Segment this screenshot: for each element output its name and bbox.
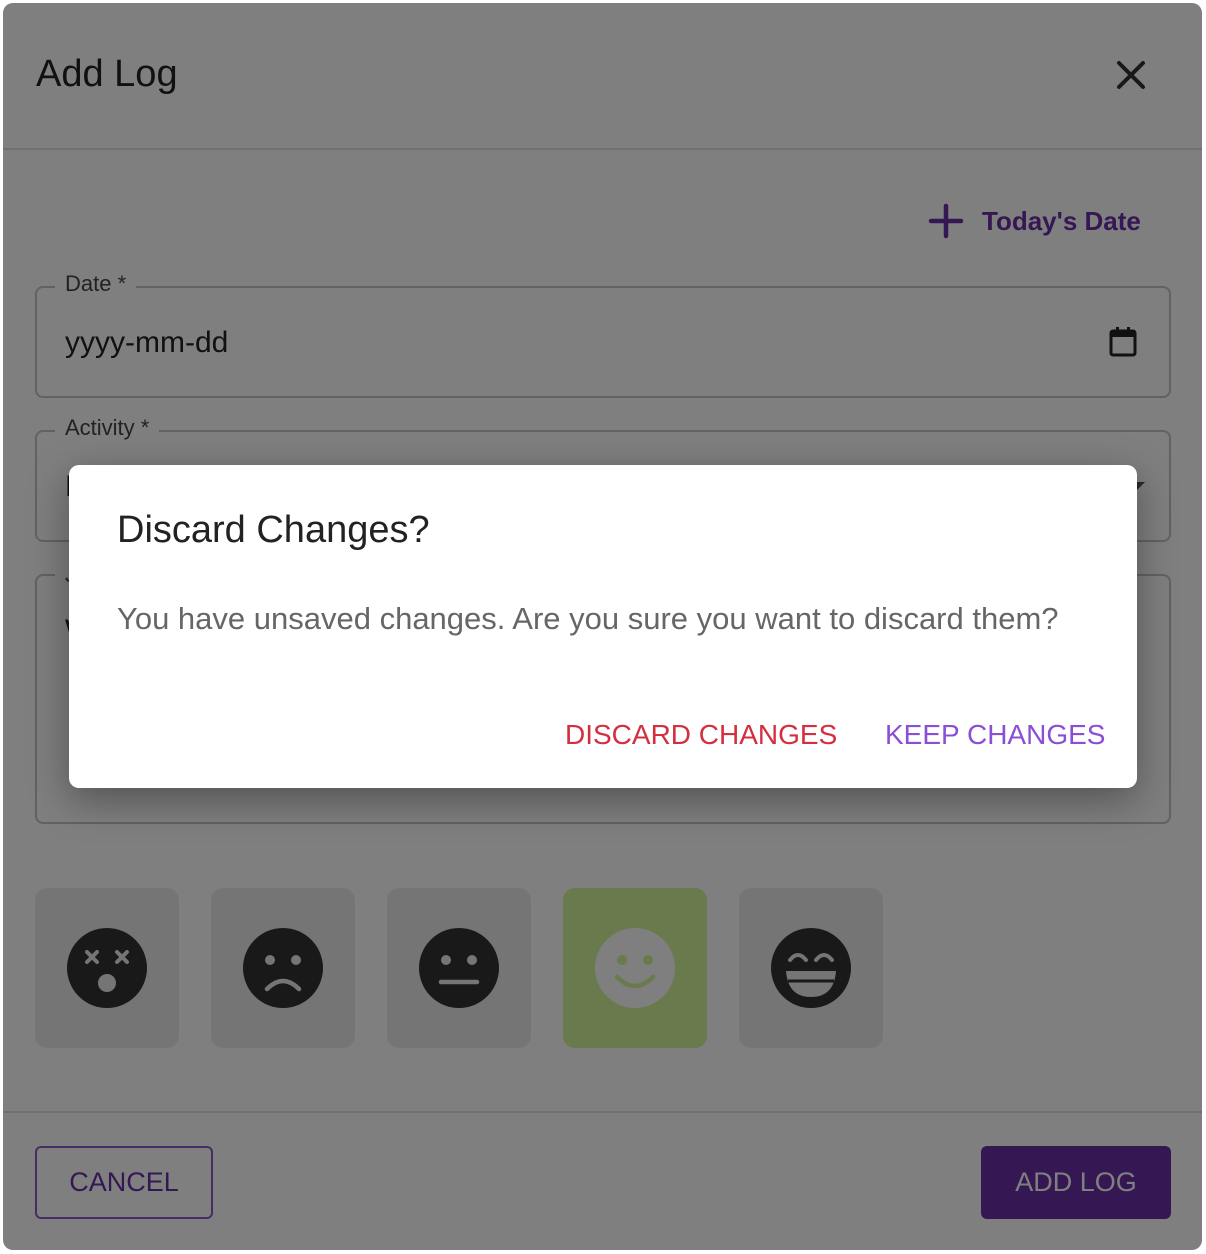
keep-changes-button[interactable]: KEEP CHANGES (885, 719, 1105, 751)
discard-changes-button[interactable]: DISCARD CHANGES (565, 719, 837, 751)
dialog-message: You have unsaved changes. Are you sure y… (117, 601, 1059, 636)
discard-changes-dialog: Discard Changes? You have unsaved change… (69, 465, 1137, 788)
dialog-title: Discard Changes? (117, 509, 430, 551)
